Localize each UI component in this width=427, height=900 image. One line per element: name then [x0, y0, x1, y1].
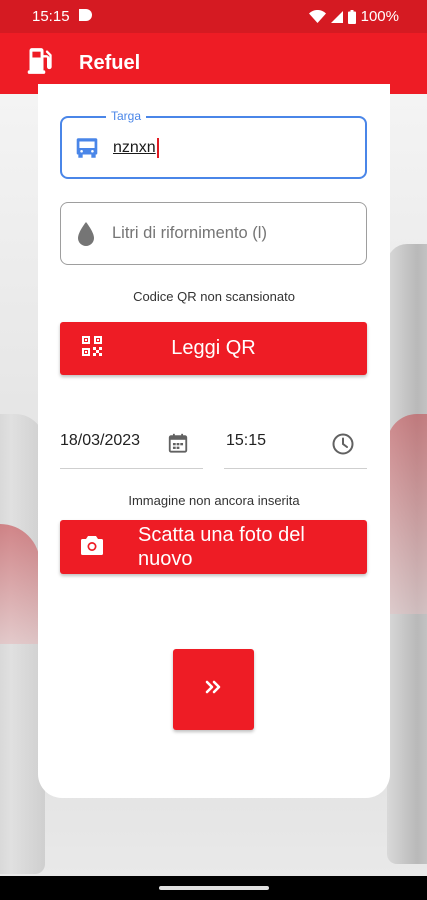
truck-silhouette-right [387, 244, 427, 864]
date-value: 18/03/2023 [60, 432, 141, 449]
truck-icon [74, 135, 100, 161]
camera-icon [80, 534, 104, 561]
status-time: 15:15 [32, 8, 70, 25]
read-qr-button[interactable]: Leggi QR [60, 322, 367, 375]
take-photo-label: Scatta una foto del nuovo [138, 524, 305, 570]
page-title: Refuel [79, 52, 141, 74]
notification-icon [78, 8, 93, 26]
text-cursor [156, 137, 159, 158]
battery-icon [347, 9, 356, 24]
qr-status-text: Codice QR non scansionato [133, 289, 295, 304]
fuel-pump-icon [26, 47, 54, 80]
calendar-icon[interactable] [167, 432, 189, 459]
targa-value: nznxn [113, 138, 156, 156]
targa-input[interactable]: nznxn [113, 139, 156, 157]
targa-label: Targa [106, 109, 147, 123]
refuel-form-card: Targa nznxn Litri di rifornimento (l) Co… [38, 84, 390, 798]
system-nav-bar [0, 876, 427, 900]
home-gesture-handle[interactable] [158, 886, 269, 890]
water-drop-icon [73, 221, 99, 247]
image-status-text: Immagine non ancora inserita [128, 493, 300, 508]
wifi-icon [308, 10, 326, 23]
clock-icon[interactable] [331, 432, 355, 461]
date-field[interactable]: 18/03/2023 [60, 419, 203, 469]
time-field[interactable]: 15:15 [224, 419, 367, 469]
read-qr-label: Leggi QR [171, 337, 256, 359]
next-button[interactable] [173, 649, 254, 730]
take-photo-button[interactable]: Scatta una foto del nuovo [60, 520, 367, 574]
status-bar: 15:15 100% [0, 0, 427, 33]
targa-field[interactable]: Targa nznxn [60, 109, 367, 179]
litri-input[interactable]: Litri di rifornimento (l) [112, 224, 267, 243]
litri-field[interactable]: Litri di rifornimento (l) [60, 202, 367, 265]
double-chevron-right-icon [204, 679, 224, 700]
signal-icon [330, 10, 343, 23]
time-value: 15:15 [226, 432, 267, 449]
battery-percent: 100% [360, 8, 399, 25]
